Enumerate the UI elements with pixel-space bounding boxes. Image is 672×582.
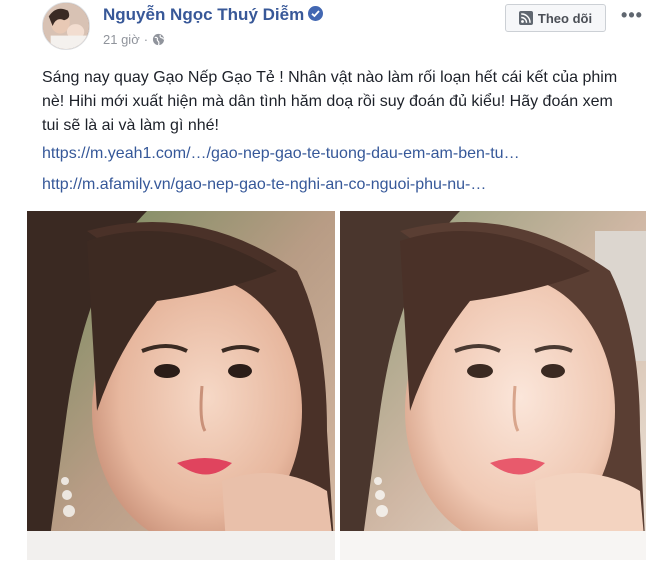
follow-button[interactable]: Theo dõi xyxy=(505,4,606,32)
more-options-button[interactable]: ••• xyxy=(620,6,644,28)
author-name-text[interactable]: Nguyễn Ngọc Thuý Diễm xyxy=(103,5,304,24)
rss-icon xyxy=(518,11,533,25)
author-name[interactable]: Nguyễn Ngọc Thuý Diễm xyxy=(103,5,324,25)
post-timestamp[interactable]: 21 giờ xyxy=(103,32,140,47)
meta-separator: · xyxy=(143,32,149,47)
post-photo-1[interactable] xyxy=(27,211,335,560)
verified-badge-icon xyxy=(308,6,324,21)
facebook-post: Nguyễn Ngọc Thuý Diễm 21 giờ · Theo dõi •… xyxy=(0,0,672,582)
post-photo-2[interactable] xyxy=(340,211,646,560)
globe-icon[interactable] xyxy=(152,33,165,46)
author-avatar[interactable] xyxy=(42,2,90,50)
post-link-afamily[interactable]: http://m.afamily.vn/gao-nep-gao-te-nghi-… xyxy=(42,176,486,194)
follow-button-label: Theo dõi xyxy=(537,10,593,26)
post-meta: 21 giờ · xyxy=(103,32,165,47)
post-text: Sáng nay quay Gạo Nếp Gạo Tẻ ! Nhân vật … xyxy=(42,69,618,134)
post-link-yeah1[interactable]: https://m.yeah1.com/…/gao-nep-gao-te-tuo… xyxy=(42,145,520,163)
